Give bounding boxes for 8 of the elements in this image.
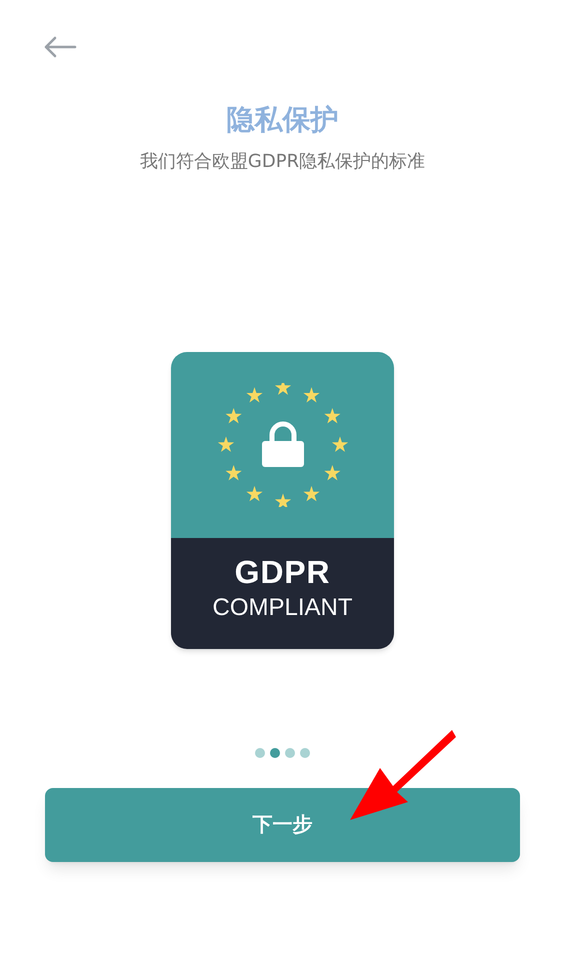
page-title: 隐私保护: [226, 103, 338, 137]
page-subtitle: 我们符合欧盟GDPR隐私保护的标准: [140, 150, 426, 174]
stars-and-lock-icon: [218, 383, 348, 507]
back-arrow-icon: [43, 36, 77, 58]
badge-heading: GDPR: [234, 554, 330, 590]
next-button[interactable]: 下一步: [45, 788, 520, 862]
badge-caption: COMPLIANT: [212, 593, 352, 623]
back-button[interactable]: [43, 36, 77, 58]
